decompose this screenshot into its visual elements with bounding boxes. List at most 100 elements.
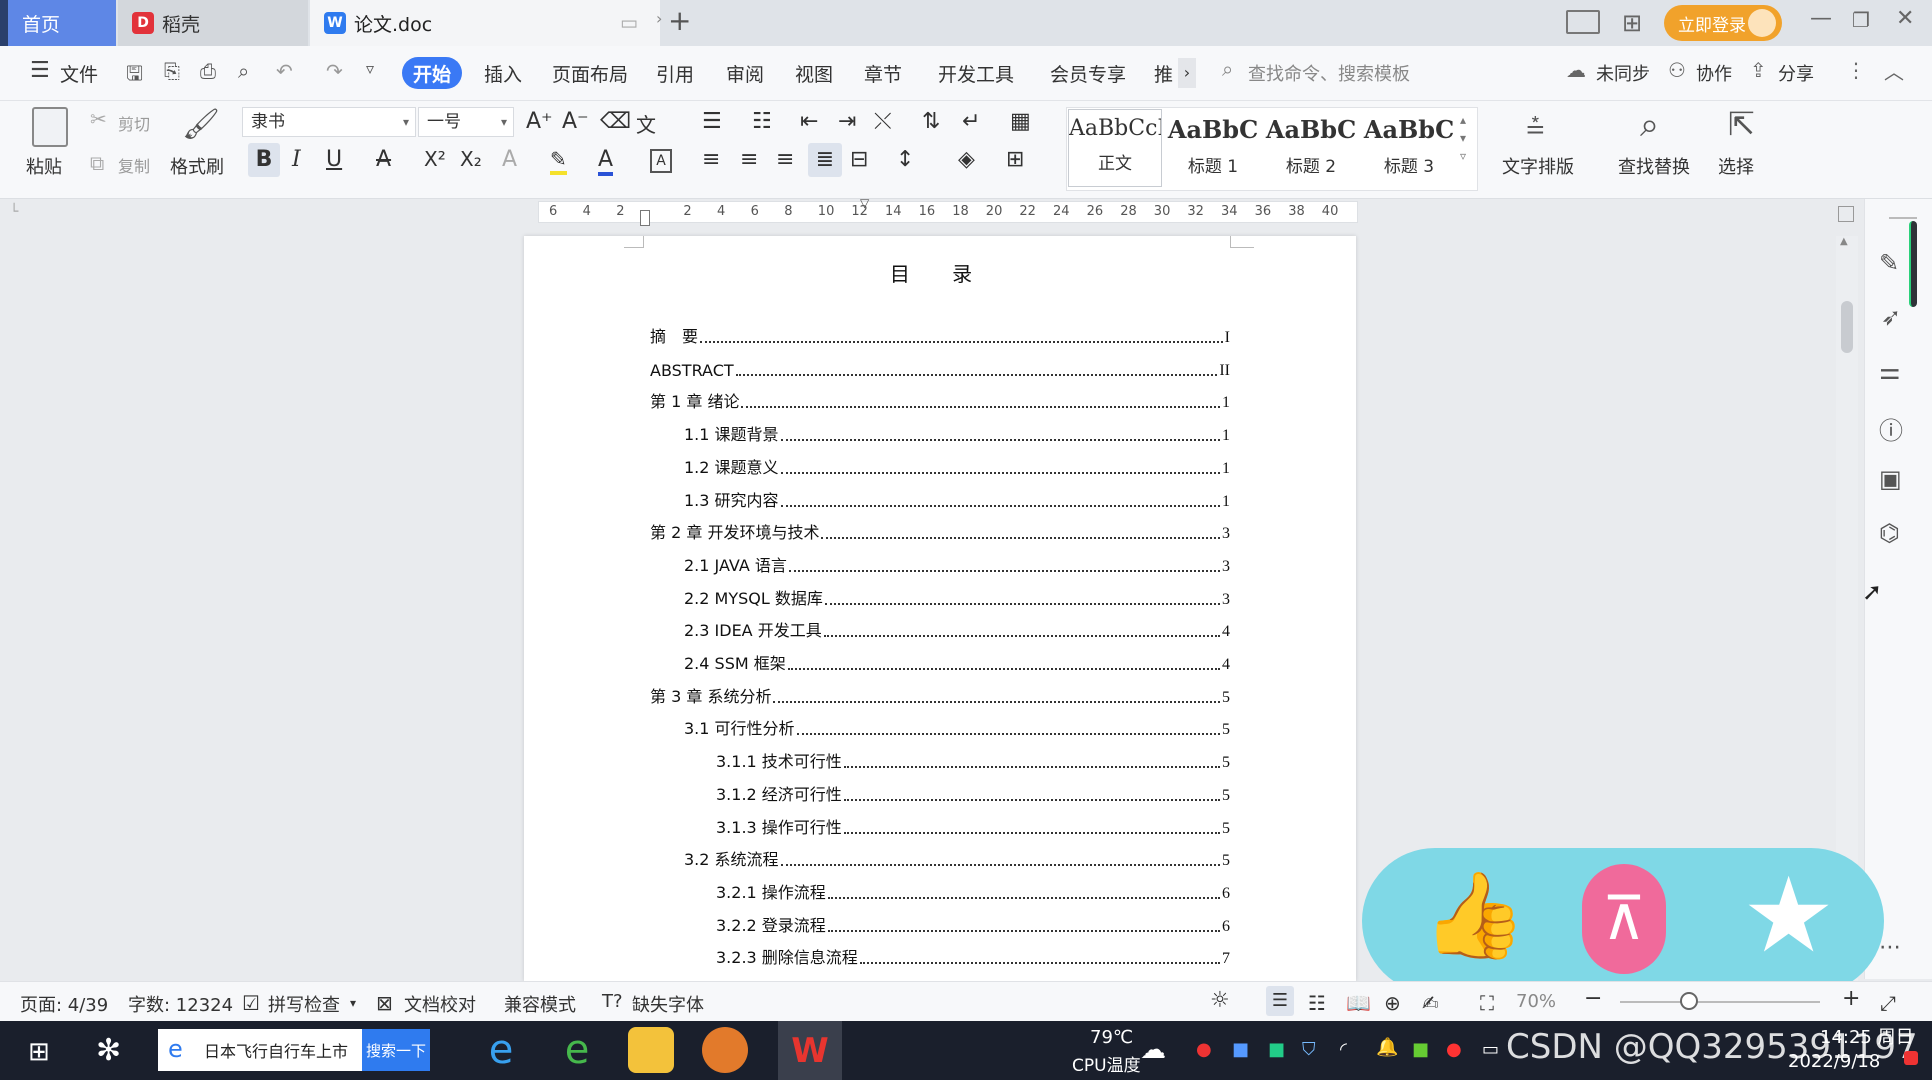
toc-entry[interactable]: 3.2.1 操作流程 6 bbox=[716, 883, 1230, 903]
toc-entry[interactable]: 3.2.3 删除信息流程 7 bbox=[716, 948, 1230, 968]
toc-entry[interactable]: 3.2.2 登录流程 6 bbox=[716, 916, 1230, 936]
tray-app-icon[interactable]: ■ bbox=[1268, 1039, 1285, 1060]
fullscreen-icon[interactable]: ⤢ bbox=[1880, 991, 1896, 1015]
clock-date[interactable]: 2022/9/18 bbox=[1788, 1051, 1880, 1072]
cut-button[interactable]: 剪切 bbox=[118, 111, 150, 135]
zoom-slider[interactable] bbox=[1620, 1001, 1820, 1003]
more-horizontal-icon[interactable]: ⋯ bbox=[1879, 935, 1901, 960]
menu-insert[interactable]: 插入 bbox=[484, 60, 522, 87]
copy-button[interactable]: 复制 bbox=[118, 153, 150, 177]
zoom-level[interactable]: 70% bbox=[1516, 991, 1556, 1012]
redo-icon[interactable]: ↷ bbox=[326, 59, 343, 83]
write-mode-icon[interactable]: ✍ bbox=[1422, 991, 1439, 1015]
collaborate-button[interactable]: 协作 bbox=[1696, 60, 1732, 86]
toc-entry[interactable]: 2.2 MYSQL 数据库 3 bbox=[684, 589, 1230, 609]
file-explorer-icon[interactable] bbox=[628, 1027, 674, 1073]
close-icon[interactable]: ✕ bbox=[1896, 6, 1914, 31]
scroll-up-icon[interactable]: ▲ bbox=[1840, 236, 1848, 247]
toc-entry[interactable]: 3.2 系统流程 5 bbox=[684, 850, 1230, 870]
reading-view-icon[interactable]: 📖 bbox=[1346, 991, 1371, 1015]
missing-font-button[interactable]: 缺失字体 bbox=[632, 991, 704, 1017]
decrease-indent-icon[interactable]: ⇤ bbox=[800, 109, 818, 134]
panel-drag-handle[interactable] bbox=[1889, 217, 1917, 219]
fit-page-icon[interactable]: ⛶ bbox=[1480, 991, 1494, 1015]
borders-icon[interactable]: ⊞ bbox=[1006, 147, 1024, 172]
spellcheck-button[interactable]: 拼写检查 bbox=[268, 991, 340, 1017]
format-painter-button[interactable]: 格式刷 bbox=[170, 153, 224, 179]
bold-icon[interactable]: B bbox=[248, 143, 280, 177]
text-effect-icon[interactable]: A bbox=[502, 147, 517, 172]
menu-developer[interactable]: 开发工具 bbox=[938, 60, 1014, 87]
line-spacing-icon[interactable]: ↕ bbox=[896, 147, 914, 172]
subscript-icon[interactable]: X₂ bbox=[460, 147, 482, 171]
font-size-select[interactable]: 一号 ▾ bbox=[418, 107, 514, 137]
outline-view-icon[interactable]: ☷ bbox=[1308, 991, 1326, 1015]
share-button[interactable]: 分享 bbox=[1778, 60, 1814, 86]
phonetic-guide-icon[interactable]: 文 bbox=[636, 109, 656, 138]
toc-entry[interactable]: 2.4 SSM 框架 4 bbox=[684, 654, 1230, 674]
page-indicator[interactable]: 页面: 4/39 bbox=[20, 991, 108, 1017]
hamburger-icon[interactable]: ☰ bbox=[30, 58, 50, 83]
font-color-icon[interactable]: A bbox=[598, 147, 614, 176]
coin-icon[interactable]: ⊼ bbox=[1582, 864, 1666, 974]
media-app-icon[interactable] bbox=[702, 1027, 748, 1073]
restore-icon[interactable]: ❐ bbox=[1852, 8, 1870, 32]
tray-app-icon[interactable]: ■ bbox=[1232, 1039, 1249, 1060]
paste-icon[interactable] bbox=[32, 107, 68, 147]
star-icon[interactable]: ★ bbox=[1742, 854, 1835, 976]
wifi-icon[interactable]: ◜ bbox=[1340, 1039, 1347, 1060]
underline-icon[interactable]: U bbox=[326, 147, 342, 172]
nvidia-icon[interactable]: ■ bbox=[1412, 1039, 1429, 1060]
quick-access-dropdown-icon[interactable]: ▿ bbox=[366, 59, 374, 78]
command-search-input[interactable]: 查找命令、搜索模板 bbox=[1248, 60, 1410, 86]
web-view-icon[interactable]: ⊕ bbox=[1384, 991, 1401, 1015]
minimize-icon[interactable]: — bbox=[1810, 6, 1832, 31]
chevron-right-icon[interactable]: › bbox=[656, 9, 662, 28]
taskbar-search-button[interactable]: 搜索一下 bbox=[362, 1029, 430, 1071]
more-vertical-icon[interactable]: ⋮ bbox=[1846, 58, 1866, 82]
toc-entry[interactable]: 第 3 章 系统分析 5 bbox=[650, 687, 1230, 707]
shading-icon[interactable]: ◈ bbox=[958, 147, 975, 172]
style-heading-3[interactable]: AaBbC 标题 3 bbox=[1360, 109, 1458, 187]
qq-icon[interactable]: ● bbox=[1446, 1039, 1462, 1060]
undo-icon[interactable]: ↶ bbox=[276, 59, 293, 83]
new-tab-plus-icon[interactable]: + bbox=[668, 4, 691, 37]
shield-icon[interactable]: ⛉ bbox=[1302, 1039, 1316, 1060]
align-right-icon[interactable]: ≡ bbox=[776, 147, 794, 172]
doc-check-button[interactable]: 文档校对 bbox=[404, 991, 476, 1017]
export-pdf-icon[interactable]: ⎘ bbox=[164, 59, 180, 83]
help-icon[interactable]: ⓘ bbox=[1879, 411, 1903, 446]
chinese-layout-icon[interactable]: ⤬ bbox=[874, 109, 892, 134]
image-tools-icon[interactable]: ▣ bbox=[1879, 465, 1902, 493]
menu-page-layout[interactable]: 页面布局 bbox=[552, 60, 628, 87]
battery-icon[interactable]: ▭ bbox=[1482, 1039, 1499, 1060]
superscript-icon[interactable]: X² bbox=[424, 147, 446, 171]
panel-scroll-indicator[interactable] bbox=[1909, 221, 1917, 307]
tab-home[interactable]: 首页 bbox=[8, 0, 116, 46]
font-name-select[interactable]: 隶书 ▾ bbox=[242, 107, 416, 137]
split-view-icon[interactable] bbox=[1838, 206, 1854, 222]
page-view-icon[interactable]: ☰ bbox=[1266, 986, 1294, 1016]
toc-entry[interactable]: 2.1 JAVA 语言 3 bbox=[684, 556, 1230, 576]
distribute-icon[interactable]: ⊟ bbox=[850, 147, 868, 172]
edit-pen-icon[interactable]: ✎ bbox=[1879, 249, 1899, 277]
notification-bell-icon[interactable]: 🔔 bbox=[1376, 1037, 1398, 1058]
tab-docer[interactable]: D 稻壳 bbox=[118, 0, 308, 46]
menu-chapter[interactable]: 章节 bbox=[864, 60, 902, 87]
menu-more[interactable]: 推 bbox=[1154, 60, 1173, 87]
zoom-in-icon[interactable]: + bbox=[1842, 986, 1860, 1011]
font-grow-icon[interactable]: A⁺ bbox=[526, 109, 553, 134]
tab-stop-icon[interactable]: └ bbox=[10, 204, 18, 220]
numbered-list-icon[interactable]: ☷ bbox=[752, 109, 772, 134]
print-preview-icon[interactable]: ⌕ bbox=[238, 59, 249, 83]
weather-cloud-icon[interactable]: ☁ bbox=[1140, 1035, 1166, 1065]
toc-entry[interactable]: 第 2 章 开发环境与技术 3 bbox=[650, 523, 1230, 543]
screen-icon[interactable]: ▭ bbox=[620, 12, 638, 34]
menu-file[interactable]: 文件 bbox=[60, 60, 98, 87]
apps-grid-icon[interactable]: ⊞ bbox=[1622, 9, 1642, 37]
bullet-list-icon[interactable]: ☰ bbox=[702, 109, 722, 134]
select-button[interactable]: 选择 bbox=[1718, 153, 1754, 179]
style-heading-2[interactable]: AaBbC 标题 2 bbox=[1264, 109, 1358, 187]
notification-badge[interactable] bbox=[1904, 1051, 1918, 1065]
menu-scroll-right-icon[interactable]: › bbox=[1178, 58, 1196, 88]
